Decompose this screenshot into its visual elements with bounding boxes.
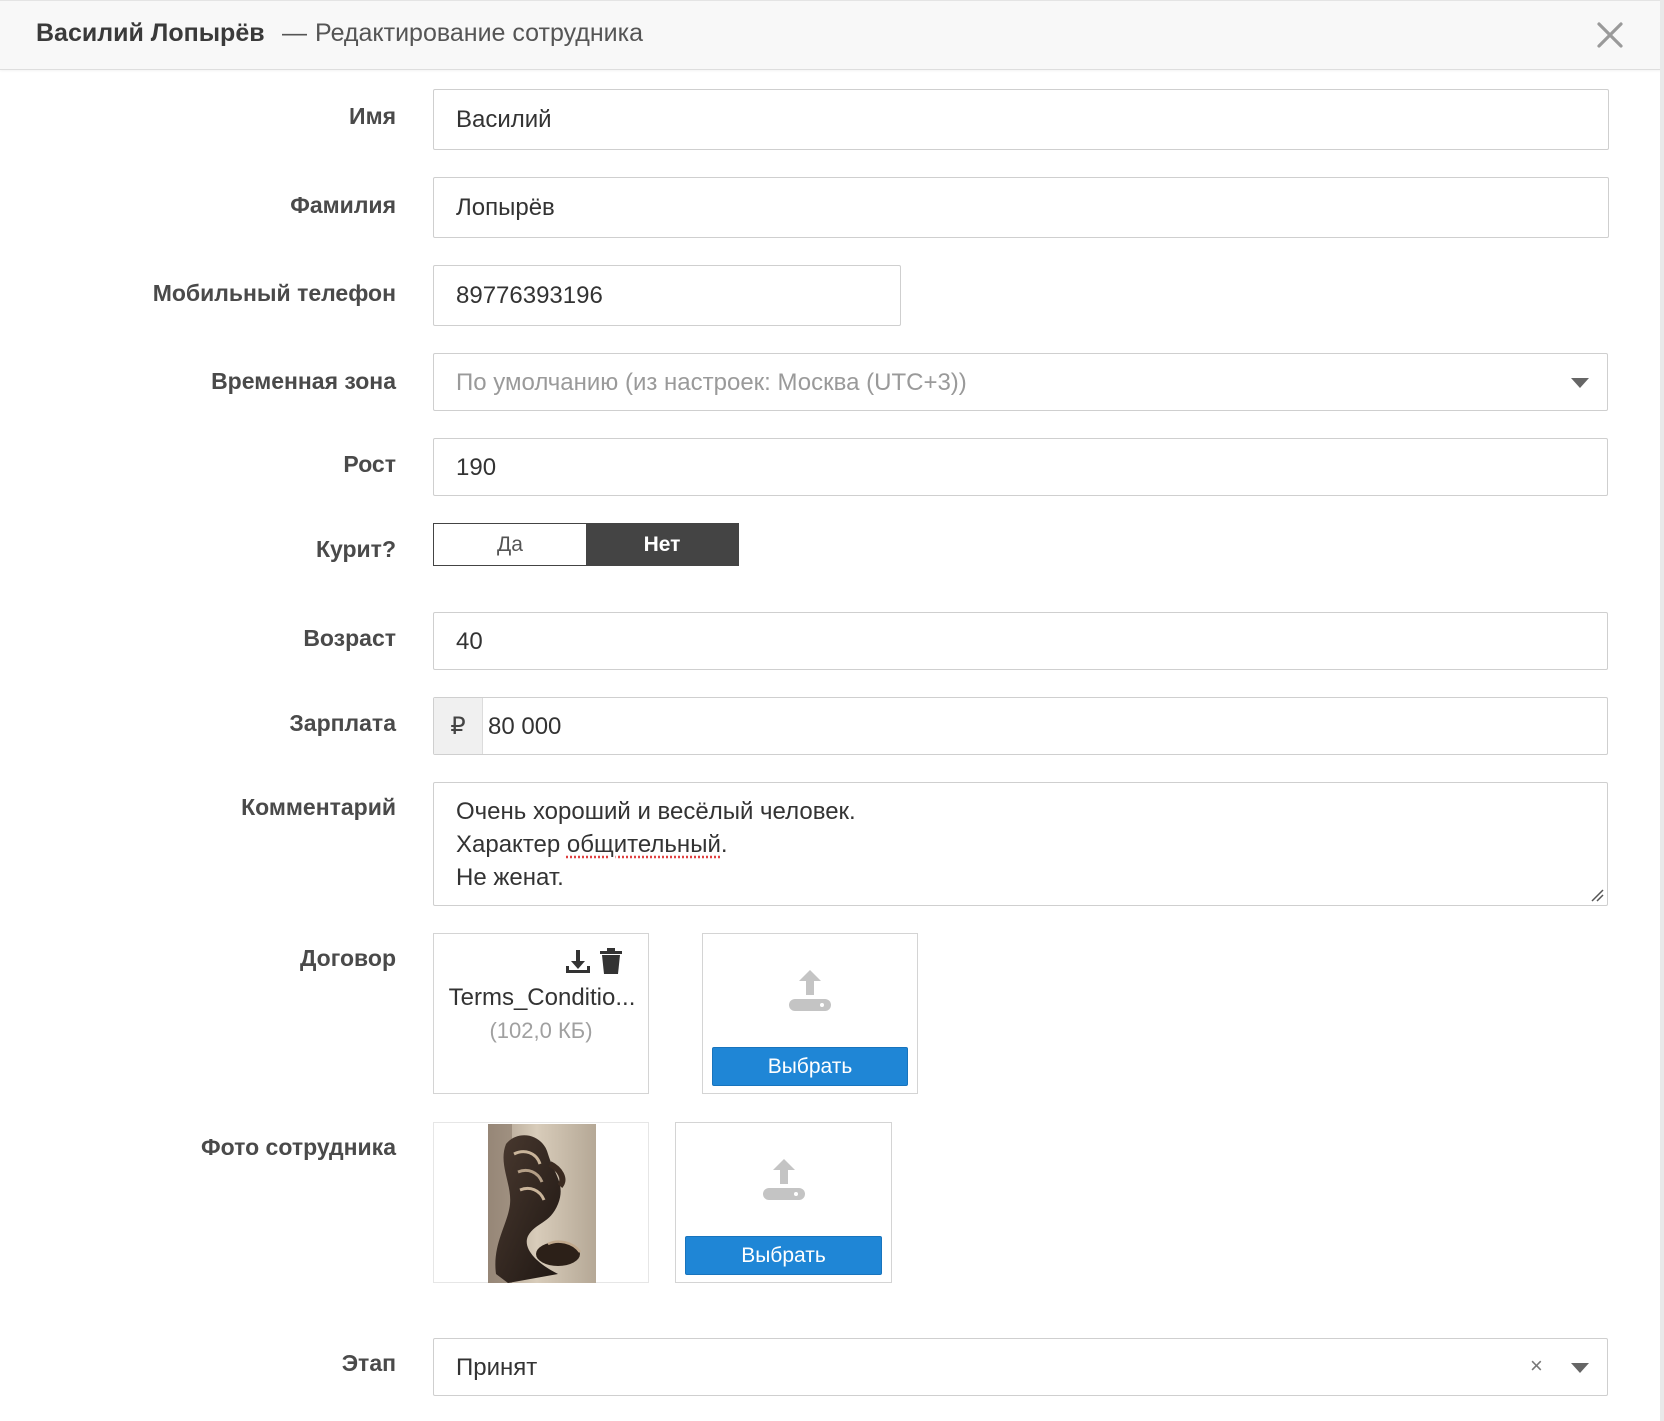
smokes-no-option[interactable]: Нет bbox=[586, 524, 738, 565]
currency-addon: ₽ bbox=[434, 698, 483, 754]
edit-employee-dialog: Василий Лопырёв — Редактирование сотрудн… bbox=[0, 0, 1664, 1421]
photo-choose-button[interactable]: Выбрать bbox=[685, 1236, 882, 1275]
comment-line-2-prefix: Характер bbox=[456, 831, 567, 858]
comment-line-2-suffix: . bbox=[720, 831, 728, 858]
contract-choose-button[interactable]: Выбрать bbox=[712, 1047, 908, 1086]
misspelled-word: общительный bbox=[566, 831, 721, 858]
comment-textarea[interactable]: Очень хороший и весёлый человек. Характе… bbox=[433, 782, 1608, 906]
dialog-title-separator: — bbox=[282, 19, 307, 47]
scrollbar[interactable] bbox=[1660, 0, 1664, 1421]
timezone-select[interactable]: По умолчанию (из настроек: Москва (UTC+3… bbox=[433, 353, 1608, 411]
last-name-value: Лопырёв bbox=[456, 194, 555, 221]
salary-value: 80 000 bbox=[488, 713, 562, 740]
close-button[interactable] bbox=[1594, 19, 1626, 51]
stage-label: Этап bbox=[341, 1350, 396, 1376]
photo-label: Фото сотрудника bbox=[201, 1134, 396, 1160]
timezone-label: Временная зона bbox=[211, 368, 396, 394]
salary-label: Зарплата bbox=[289, 710, 396, 736]
age-input[interactable]: 40 bbox=[433, 612, 1608, 670]
chevron-down-icon bbox=[1571, 1363, 1589, 1373]
resize-grip-icon[interactable] bbox=[1590, 888, 1604, 902]
dialog-header: Василий Лопырёв — Редактирование сотрудн… bbox=[0, 0, 1662, 70]
last-name-input[interactable]: Лопырёв bbox=[433, 177, 1609, 238]
first-name-label: Имя bbox=[349, 103, 396, 129]
last-name-label: Фамилия bbox=[290, 192, 396, 218]
mobile-phone-label: Мобильный телефон bbox=[152, 280, 396, 306]
salary-input[interactable]: ₽ 80 000 bbox=[433, 697, 1608, 755]
comment-label: Комментарий bbox=[241, 794, 396, 820]
contract-label: Договор bbox=[300, 945, 396, 971]
upload-icon bbox=[763, 1159, 805, 1200]
clear-selection-icon[interactable]: × bbox=[1530, 1353, 1543, 1379]
first-name-value: Василий bbox=[456, 106, 552, 133]
upload-icon bbox=[789, 970, 831, 1011]
photo-upload-card: Выбрать bbox=[675, 1122, 892, 1283]
comment-line-1: Очень хороший и весёлый человек. bbox=[456, 798, 856, 825]
height-value: 190 bbox=[456, 454, 497, 481]
age-value: 40 bbox=[456, 628, 483, 655]
smokes-toggle: Да Нет bbox=[433, 523, 739, 566]
height-label: Рост bbox=[343, 451, 396, 477]
comment-line-3: Не женат. bbox=[456, 864, 564, 891]
contract-file-card: Terms_Conditio... (102,0 КБ) bbox=[433, 933, 649, 1094]
contract-upload-card: Выбрать bbox=[702, 933, 918, 1094]
first-name-input[interactable]: Василий bbox=[433, 89, 1609, 150]
contract-file-size: (102,0 КБ) bbox=[489, 1018, 593, 1043]
trash-icon[interactable] bbox=[599, 947, 623, 975]
smokes-yes-option[interactable]: Да bbox=[434, 524, 586, 565]
comment-text: Очень хороший и весёлый человек. Характе… bbox=[456, 795, 856, 894]
photo-preview-card[interactable] bbox=[433, 1122, 649, 1283]
stage-value: Принят bbox=[456, 1354, 538, 1381]
mobile-phone-input[interactable]: 89776393196 bbox=[433, 265, 901, 326]
dialog-title-name: Василий Лопырёв bbox=[36, 19, 265, 47]
employee-photo bbox=[488, 1124, 596, 1283]
comment-line-2: Характер общительный. bbox=[456, 828, 856, 861]
contract-file-name[interactable]: Terms_Conditio... bbox=[444, 984, 640, 1012]
stage-select[interactable]: Принят × bbox=[433, 1338, 1608, 1396]
dialog-title-subtitle: Редактирование сотрудника bbox=[315, 19, 644, 47]
smokes-label: Курит? bbox=[315, 536, 396, 562]
download-icon[interactable] bbox=[565, 948, 591, 976]
chevron-down-icon bbox=[1571, 378, 1589, 388]
timezone-placeholder: По умолчанию (из настроек: Москва (UTC+3… bbox=[456, 369, 967, 396]
age-label: Возраст bbox=[303, 625, 396, 651]
height-input[interactable]: 190 bbox=[433, 438, 1608, 496]
mobile-phone-value: 89776393196 bbox=[456, 282, 603, 309]
close-icon bbox=[1597, 22, 1623, 48]
